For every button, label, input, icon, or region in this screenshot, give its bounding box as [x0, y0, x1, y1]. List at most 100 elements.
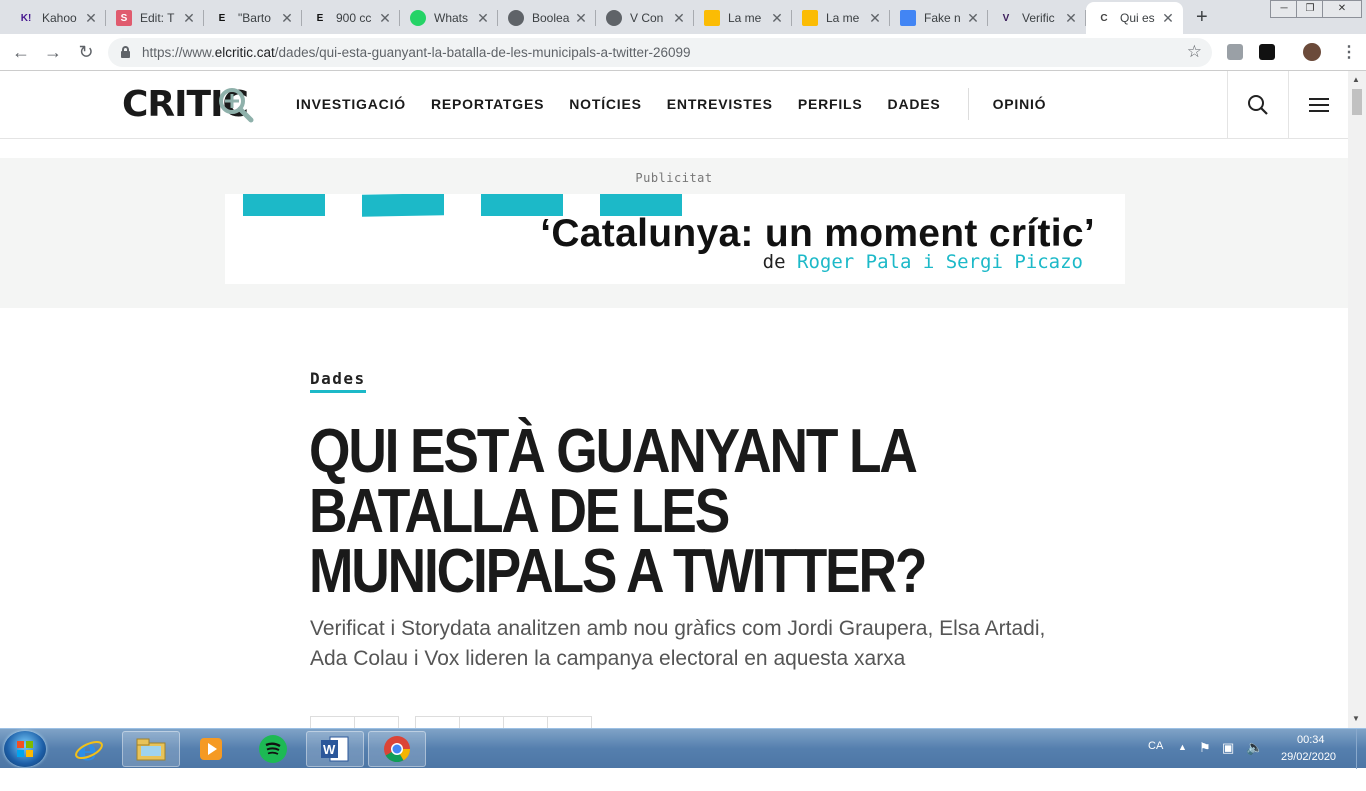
profile-avatar[interactable] — [1303, 43, 1321, 61]
hamburger-icon — [1308, 98, 1329, 112]
windows-taskbar: e W CA ▲ ⚑ ▣ 🔈 00:34 29/02/2020 — [0, 728, 1366, 769]
start-button[interactable] — [4, 731, 46, 767]
ad-byline: de Roger Pala i Sergi Picazo — [762, 251, 1083, 273]
browser-tab[interactable]: K! Kahoo ✕ — [8, 2, 106, 34]
close-tab-icon[interactable]: ✕ — [966, 10, 980, 27]
chrome-icon[interactable] — [368, 731, 426, 767]
chrome-menu-icon[interactable]: ⋮ — [1341, 42, 1357, 62]
browser-tab[interactable]: S Edit: T ✕ — [106, 2, 204, 34]
action-center-flag-icon[interactable]: ⚑ — [1199, 740, 1211, 780]
tab-title: La me — [826, 11, 860, 25]
verificat-icon: V — [998, 10, 1014, 26]
critic-icon: C — [1096, 10, 1112, 26]
ad-decoration-bar — [243, 194, 325, 216]
extension-icon[interactable] — [1227, 44, 1243, 60]
ad-decoration-bar — [362, 194, 444, 217]
restore-button[interactable]: ❐ — [1296, 0, 1324, 18]
nav-item-dades[interactable]: DADES — [888, 96, 941, 120]
tab-title: Verific — [1022, 11, 1055, 25]
spotify-icon[interactable] — [244, 731, 302, 767]
kahoot-icon: K! — [18, 10, 34, 26]
media-player-icon[interactable] — [182, 731, 240, 767]
browser-tab[interactable]: La me ✕ — [694, 2, 792, 34]
close-tab-icon[interactable]: ✕ — [1064, 10, 1078, 27]
browser-tab[interactable]: Whats ✕ — [400, 2, 498, 34]
word-icon[interactable]: W — [306, 731, 364, 767]
file-explorer-icon[interactable] — [122, 731, 180, 767]
show-hidden-icons-icon[interactable]: ▲ — [1178, 742, 1187, 782]
close-tab-icon[interactable]: ✕ — [574, 10, 588, 27]
forward-icon[interactable]: → — [41, 42, 65, 63]
article-category[interactable]: Dades — [310, 369, 366, 393]
s-icon: S — [116, 10, 132, 26]
browser-tab[interactable]: Fake n ✕ — [890, 2, 988, 34]
browser-tab[interactable]: Boolea ✕ — [498, 2, 596, 34]
language-indicator[interactable]: CA — [1148, 740, 1163, 780]
site-header: CRITIC INVESTIGACIÓ REPORTATGES NOTÍCIES… — [0, 71, 1348, 139]
tab-title: Qui es — [1120, 11, 1155, 25]
url-input[interactable]: https://www.elcritic.cat/dades/qui-esta-… — [108, 38, 1212, 67]
browser-tab[interactable]: E 900 cc ✕ — [302, 2, 400, 34]
bookmark-star-icon[interactable]: ☆ — [1187, 42, 1202, 62]
nav-item-entrevistes[interactable]: ENTREVISTES — [667, 96, 773, 120]
clock-date[interactable]: 29/02/2020 — [1281, 751, 1336, 791]
nav-item-investigacio[interactable]: INVESTIGACIÓ — [296, 96, 406, 120]
e-icon: E — [312, 10, 328, 26]
browser-tab[interactable]: La me ✕ — [792, 2, 890, 34]
tab-title: Whats — [434, 11, 469, 25]
close-tab-icon[interactable]: ✕ — [182, 10, 196, 27]
tab-title: Kahoo — [42, 11, 77, 25]
new-tab-button[interactable]: + — [1196, 6, 1208, 29]
nav-item-perfils[interactable]: PERFILS — [798, 96, 863, 120]
close-tab-icon[interactable]: ✕ — [672, 10, 686, 27]
scroll-down-icon[interactable]: ▼ — [1352, 714, 1360, 723]
windows-logo-icon — [17, 741, 33, 757]
browser-tab[interactable]: V Verific ✕ — [988, 2, 1086, 34]
scroll-up-icon[interactable]: ▲ — [1352, 75, 1360, 84]
search-button[interactable] — [1227, 71, 1287, 139]
scroll-thumb[interactable] — [1352, 89, 1362, 115]
show-desktop-button[interactable] — [1356, 729, 1366, 769]
internet-explorer-icon[interactable]: e — [60, 731, 118, 767]
ad-title: ‘Catalunya: un moment crític’ — [540, 212, 1095, 255]
close-window-button[interactable]: ✕ — [1322, 0, 1362, 18]
main-nav: INVESTIGACIÓ REPORTATGES NOTÍCIES ENTREV… — [296, 88, 1071, 120]
close-tab-icon[interactable]: ✕ — [770, 10, 784, 27]
back-icon[interactable]: ← — [9, 42, 33, 63]
browser-tab[interactable]: V Con ✕ — [596, 2, 694, 34]
close-tab-icon[interactable]: ✕ — [378, 10, 392, 27]
e-icon: E — [214, 10, 230, 26]
close-tab-icon[interactable]: ✕ — [1161, 10, 1175, 27]
nav-item-opinio[interactable]: OPINIÓ — [993, 96, 1047, 120]
browser-tab-strip: K! Kahoo ✕ S Edit: T ✕ E "Barto ✕ E 900 cc ✕ Whats ✕ B… — [0, 0, 1366, 34]
address-bar-row: ← → ↻ https://www.elcritic.cat/dades/qui… — [0, 34, 1366, 71]
network-icon[interactable]: ▣ — [1222, 740, 1234, 780]
close-tab-icon[interactable]: ✕ — [476, 10, 490, 27]
close-tab-icon[interactable]: ✕ — [280, 10, 294, 27]
tab-title: Edit: T — [140, 11, 175, 25]
drive-icon — [802, 10, 818, 26]
close-tab-icon[interactable]: ✕ — [84, 10, 98, 27]
nav-item-noticies[interactable]: NOTÍCIES — [569, 96, 642, 120]
globe-icon — [508, 10, 524, 26]
nav-item-reportatges[interactable]: REPORTATGES — [431, 96, 544, 120]
magnifier-plus-logo-icon — [219, 88, 254, 123]
menu-button[interactable] — [1288, 71, 1348, 139]
close-tab-icon[interactable]: ✕ — [868, 10, 882, 27]
ad-banner[interactable]: ‘Catalunya: un moment crític’ de Roger P… — [225, 194, 1125, 284]
minimize-button[interactable]: ─ — [1270, 0, 1298, 18]
search-icon — [1247, 95, 1268, 115]
docs-icon — [900, 10, 916, 26]
whatsapp-icon — [410, 10, 426, 26]
nav-divider — [967, 88, 969, 120]
extension-b-icon[interactable] — [1259, 44, 1275, 60]
article-headline: QUI ESTÀ GUANYANT LA BATALLA DE LES MUNI… — [309, 417, 927, 606]
reload-icon[interactable]: ↻ — [74, 42, 98, 63]
browser-tab[interactable]: E "Barto ✕ — [204, 2, 302, 34]
lock-icon[interactable] — [121, 46, 130, 58]
browser-tab[interactable]: C Qui es ✕ — [1086, 2, 1183, 34]
svg-text:W: W — [323, 742, 336, 757]
page-scrollbar[interactable]: ▲ ▼ — [1348, 71, 1366, 728]
article-subtitle: Verificat i Storydata analitzen amb nou … — [310, 617, 1046, 670]
volume-muted-icon[interactable]: 🔈 — [1246, 739, 1263, 779]
